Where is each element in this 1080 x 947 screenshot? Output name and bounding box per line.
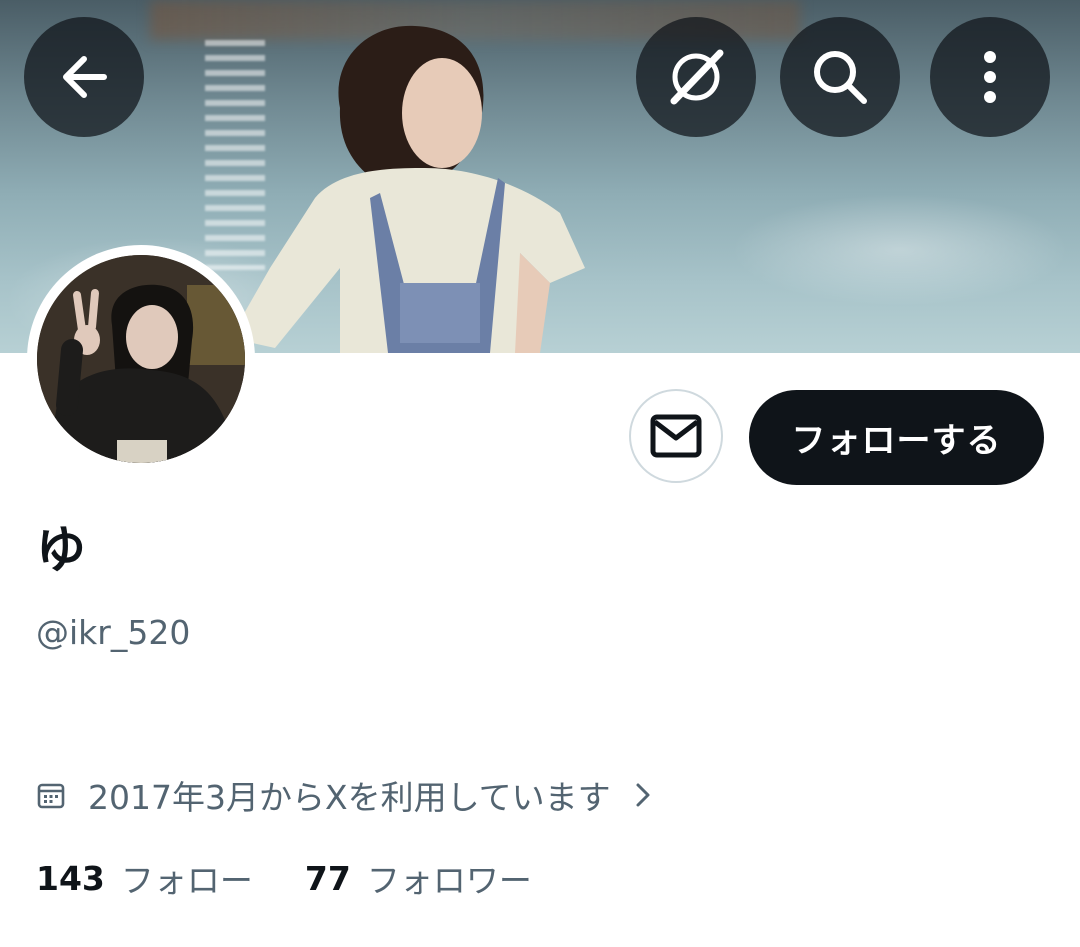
profile-page: フォローする ゆ @ikr_520 2017年3月からXを利用しています 143… [0,0,1080,947]
followers-label[interactable]: フォロワー [367,854,532,902]
following-count[interactable]: 143 [36,859,105,898]
followers-count[interactable]: 77 [305,859,351,898]
join-date-text: 2017年3月からXを利用しています [88,778,611,817]
back-button[interactable] [24,17,144,137]
more-vertical-icon [984,51,996,103]
search-button[interactable] [780,17,900,137]
message-button[interactable] [629,389,723,483]
mail-icon [650,414,702,458]
display-name: ゆ [36,521,86,579]
chevron-right-icon [633,780,653,810]
avatar-frame[interactable] [27,245,255,473]
follow-button[interactable]: フォローする [749,390,1044,485]
user-handle: @ikr_520 [36,613,191,652]
calendar-icon [36,780,66,810]
follow-stats: 143 フォロー 77 フォロワー [36,855,532,901]
grok-button[interactable] [636,17,756,137]
avatar-photo [37,255,245,463]
arrow-left-icon [63,56,107,98]
join-date-row[interactable]: 2017年3月からXを利用しています [36,772,653,818]
grok-icon [670,49,724,105]
more-button[interactable] [930,17,1050,137]
avatar[interactable] [37,255,245,463]
following-label[interactable]: フォロー [121,854,253,902]
banner-person-figure [230,25,585,353]
search-icon [814,51,867,104]
